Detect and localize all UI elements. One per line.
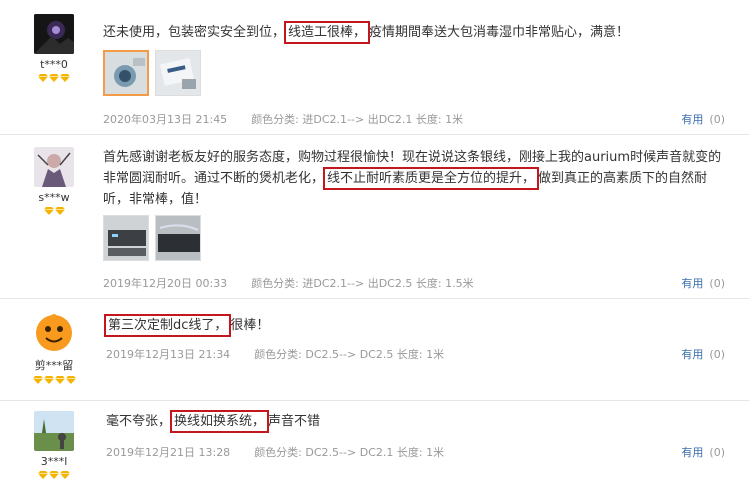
useful-button[interactable]: 有用 (0) bbox=[681, 111, 725, 127]
useful-count: (0) bbox=[709, 348, 725, 361]
review-text: 第三次定制dc线了， 很棒！ bbox=[104, 314, 729, 337]
diamond-icon bbox=[54, 376, 65, 384]
diamond-icon bbox=[60, 471, 70, 479]
reviewer-info: 3***l bbox=[28, 411, 80, 481]
avatar[interactable] bbox=[34, 313, 74, 353]
diamond-icon bbox=[49, 74, 59, 82]
length-value: 1米 bbox=[426, 348, 445, 361]
diamond-icon bbox=[65, 376, 76, 384]
useful-count: (0) bbox=[709, 446, 725, 459]
review-photos bbox=[103, 50, 201, 96]
length-label: 长度: bbox=[415, 113, 442, 126]
review-text: 首先感谢谢老板友好的服务态度，购物过程很愉快！现在说说这条银线，刚接上我的aur… bbox=[103, 147, 729, 210]
useful-count: (0) bbox=[709, 113, 725, 126]
useful-label[interactable]: 有用 bbox=[681, 348, 703, 361]
review-date: 2019年12月20日 00:33 bbox=[103, 277, 228, 290]
reviewer-info: 剪***留 bbox=[28, 313, 80, 386]
highlighted-phrase: 线不止耐听素质更是全方位的提升， bbox=[323, 167, 540, 190]
length-value: 1米 bbox=[426, 446, 445, 459]
avatar[interactable] bbox=[34, 147, 74, 187]
useful-label[interactable]: 有用 bbox=[681, 277, 703, 290]
review-item: 剪***留 第三次定制dc线了， 很棒！ 2019年12月13日 21:34 颜色分… bbox=[0, 299, 749, 401]
diamond-icon bbox=[54, 207, 65, 215]
useful-button[interactable]: 有用 (0) bbox=[681, 346, 725, 362]
review-text: 还未使用，包装密实安全到位， 线造工很棒， 疫情期間奉送大包消毒湿巾非常贴心，满意！ bbox=[103, 21, 729, 44]
review-item: 3***l 毫不夸张， 换线如换系统， 声音不错 2019年12月21日 13:28… bbox=[0, 401, 749, 500]
spec-value: DC2.5--> DC2.5 bbox=[305, 348, 394, 361]
reviewer-level bbox=[28, 471, 80, 481]
useful-button[interactable]: 有用 (0) bbox=[681, 275, 725, 291]
diamond-icon bbox=[49, 471, 59, 479]
review-item: s***w 首先感谢谢老板友好的服务态度，购物过程很愉快！现在说说这条银线，刚接… bbox=[0, 135, 749, 299]
useful-label[interactable]: 有用 bbox=[681, 446, 703, 459]
highlighted-phrase: 第三次定制dc线了， bbox=[104, 314, 232, 337]
reviewer-info: t***0 bbox=[28, 14, 80, 84]
avatar[interactable] bbox=[34, 14, 74, 54]
length-label: 长度: bbox=[396, 446, 423, 459]
review-text-part: 声音不错 bbox=[268, 414, 321, 429]
spec-label: 颜色分类: bbox=[251, 113, 299, 126]
reviewer-nickname: t***0 bbox=[40, 58, 68, 71]
diamond-icon bbox=[60, 74, 70, 82]
reviewer-info: s***w bbox=[28, 147, 80, 217]
spec-label: 颜色分类: bbox=[251, 277, 299, 290]
spec-value: 进DC2.1--> 出DC2.1 bbox=[302, 113, 413, 126]
reviewer-nickname: 剪***留 bbox=[34, 359, 74, 372]
review-meta: 2020年03月13日 21:45 颜色分类: 进DC2.1--> 出DC2.1 … bbox=[103, 111, 463, 127]
diamond-icon bbox=[38, 74, 48, 82]
diamond-icon bbox=[32, 376, 43, 384]
review-photo-thumbnail[interactable] bbox=[103, 215, 149, 261]
review-item: t***0 还未使用，包装密实安全到位， 线造工很棒， 疫情期間奉送大包消毒湿巾非常… bbox=[0, 0, 749, 135]
reviewer-nickname: 3***l bbox=[40, 455, 68, 468]
reviewer-level bbox=[28, 74, 80, 84]
diamond-icon bbox=[38, 471, 48, 479]
review-meta: 2019年12月21日 13:28 颜色分类: DC2.5--> DC2.1 长度… bbox=[106, 444, 444, 460]
reviewer-nickname: s***w bbox=[38, 191, 70, 204]
length-value: 1米 bbox=[445, 113, 464, 126]
review-photo-thumbnail[interactable] bbox=[155, 50, 201, 96]
useful-label[interactable]: 有用 bbox=[681, 113, 703, 126]
review-text-part: 还未使用，包装密实安全到位， bbox=[103, 25, 286, 40]
avatar[interactable] bbox=[34, 411, 74, 451]
diamond-icon bbox=[43, 376, 54, 384]
review-date: 2019年12月21日 13:28 bbox=[106, 446, 231, 459]
review-photo-thumbnail[interactable] bbox=[155, 215, 201, 261]
diamond-icon bbox=[43, 207, 54, 215]
review-date: 2020年03月13日 21:45 bbox=[103, 113, 228, 126]
review-text: 毫不夸张， 换线如换系统， 声音不错 bbox=[106, 410, 729, 433]
highlighted-phrase: 换线如换系统， bbox=[170, 410, 270, 433]
spec-value: DC2.5--> DC2.1 bbox=[305, 446, 394, 459]
spec-label: 颜色分类: bbox=[254, 348, 302, 361]
useful-count: (0) bbox=[709, 277, 725, 290]
highlighted-phrase: 线造工很棒， bbox=[284, 21, 371, 44]
reviewer-level bbox=[28, 207, 80, 217]
review-meta: 2019年12月13日 21:34 颜色分类: DC2.5--> DC2.5 长度… bbox=[106, 346, 444, 362]
review-date: 2019年12月13日 21:34 bbox=[106, 348, 231, 361]
length-label: 长度: bbox=[415, 277, 442, 290]
length-label: 长度: bbox=[396, 348, 423, 361]
review-text-part: 毫不夸张， bbox=[106, 414, 172, 429]
review-photo-thumbnail[interactable] bbox=[103, 50, 149, 96]
useful-button[interactable]: 有用 (0) bbox=[681, 444, 725, 460]
length-value: 1.5米 bbox=[445, 277, 474, 290]
reviewer-level bbox=[28, 376, 80, 386]
review-photos bbox=[103, 215, 201, 261]
spec-value: 进DC2.1--> 出DC2.5 bbox=[302, 277, 413, 290]
spec-label: 颜色分类: bbox=[254, 446, 302, 459]
review-meta: 2019年12月20日 00:33 颜色分类: 进DC2.1--> 出DC2.5 … bbox=[103, 275, 474, 291]
review-text-part: 很棒！ bbox=[230, 318, 270, 333]
review-text-part: 疫情期間奉送大包消毒湿巾非常贴心，满意！ bbox=[369, 25, 630, 40]
